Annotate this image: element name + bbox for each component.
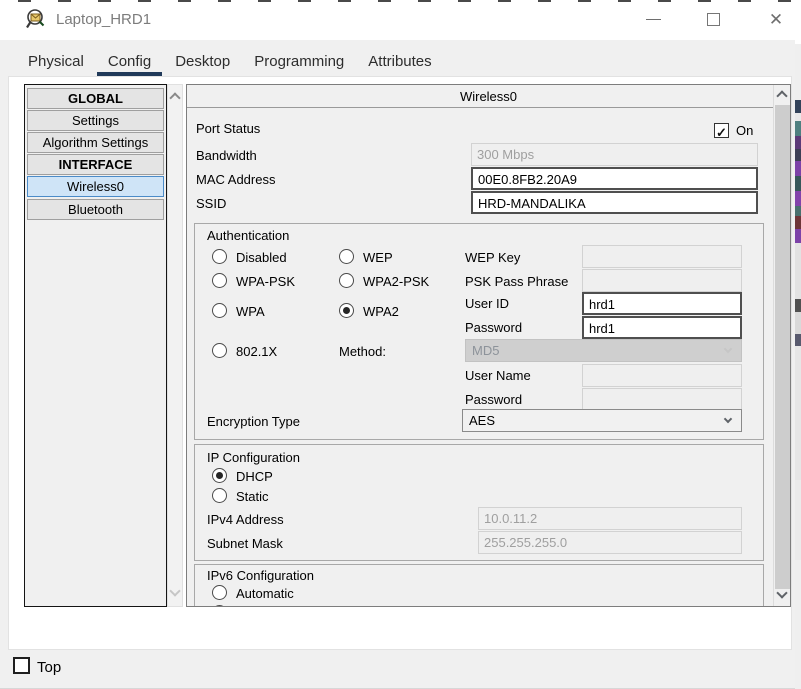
tab-programming[interactable]: Programming xyxy=(243,48,355,76)
maximize-icon xyxy=(707,13,720,26)
chevron-down-icon xyxy=(724,415,732,423)
minimize-button[interactable] xyxy=(638,0,684,40)
ipv4-address-label: IPv4 Address xyxy=(207,512,284,527)
mac-address-label: MAC Address xyxy=(196,172,275,187)
tab-attributes[interactable]: Attributes xyxy=(357,48,442,76)
footer-bar: Top xyxy=(0,651,795,689)
check-icon: ✓ xyxy=(716,125,727,140)
scrollbar-thumb[interactable] xyxy=(775,105,790,589)
method-label: Method: xyxy=(339,344,386,359)
radio-disabled[interactable] xyxy=(212,249,227,264)
radio-dhcp-label: DHCP xyxy=(236,469,273,484)
authentication-group: Authentication Disabled WEP WEP Key WPA-… xyxy=(194,223,764,440)
wep-key-label: WEP Key xyxy=(465,250,520,265)
radio-wep-label: WEP xyxy=(363,250,393,265)
bandwidth-field: 300 Mbps xyxy=(471,143,758,166)
radio-ipv6-automatic[interactable] xyxy=(212,585,227,600)
radio-wep[interactable] xyxy=(339,249,354,264)
sidebar-header-global[interactable]: GLOBAL xyxy=(27,88,164,109)
port-status-label: Port Status xyxy=(196,121,260,136)
ipv6-configuration-title: IPv6 Configuration xyxy=(207,568,314,583)
ip-configuration-group: IP Configuration DHCP Static IPv4 Addres… xyxy=(194,444,764,561)
radio-wpa[interactable] xyxy=(212,303,227,318)
sidebar-item-settings[interactable]: Settings xyxy=(27,110,164,131)
bandwidth-label: Bandwidth xyxy=(196,148,257,163)
background-app-sliver-top xyxy=(0,0,795,2)
port-status-on-label: On xyxy=(736,123,753,138)
user-id-label: User ID xyxy=(465,296,509,311)
maximize-button[interactable] xyxy=(698,0,744,40)
method-dropdown: MD5 xyxy=(465,339,742,362)
password-label: Password xyxy=(465,320,522,335)
psk-pass-phrase-label: PSK Pass Phrase xyxy=(465,274,568,289)
sidebar-item-bluetooth[interactable]: Bluetooth xyxy=(27,199,164,220)
radio-static[interactable] xyxy=(212,488,227,503)
close-button[interactable]: ✕ xyxy=(757,0,795,40)
subnet-mask-label: Subnet Mask xyxy=(207,536,283,551)
psk-pass-phrase-field xyxy=(582,269,742,292)
radio-disabled-label: Disabled xyxy=(236,250,287,265)
sidebar-item-algorithm-settings[interactable]: Algorithm Settings xyxy=(27,132,164,153)
radio-ipv6-static-partial[interactable] xyxy=(212,605,227,607)
sidebar-header-interface[interactable]: INTERFACE xyxy=(27,154,164,175)
radio-wpa2[interactable] xyxy=(339,303,354,318)
chevron-down-icon xyxy=(724,345,732,353)
inspect-magnifier-icon xyxy=(26,9,46,29)
mac-address-field[interactable]: 00E0.8FB2.20A9 xyxy=(471,167,758,190)
ipv6-configuration-group: IPv6 Configuration Automatic xyxy=(194,564,764,607)
wep-key-field xyxy=(582,245,742,268)
device-config-window: Laptop_HRD1 ✕ Physical Config Desktop Pr… xyxy=(0,0,801,689)
radio-wpa2-label: WPA2 xyxy=(363,304,399,319)
radio-wpa-label: WPA xyxy=(236,304,265,319)
minimize-icon xyxy=(646,19,661,20)
method-value: MD5 xyxy=(472,343,499,358)
radio-wpa2-psk[interactable] xyxy=(339,273,354,288)
background-app-sliver-right xyxy=(795,0,801,689)
top-checkbox-label: Top xyxy=(37,659,61,676)
radio-ipv6-automatic-label: Automatic xyxy=(236,586,294,601)
radio-wpa-psk-label: WPA-PSK xyxy=(236,274,295,289)
user-name-label: User Name xyxy=(465,368,531,383)
panel-scrollbar[interactable] xyxy=(773,85,790,606)
ip-configuration-title: IP Configuration xyxy=(207,450,300,465)
radio-wpa2-psk-label: WPA2-PSK xyxy=(363,274,429,289)
sidebar-scrollbar[interactable] xyxy=(167,84,183,607)
encryption-type-value: AES xyxy=(469,413,495,428)
scroll-down-icon[interactable] xyxy=(776,587,787,598)
scroll-down-icon[interactable] xyxy=(169,585,180,596)
ssid-field[interactable]: HRD-MANDALIKA xyxy=(471,191,758,214)
encryption-type-dropdown[interactable]: AES xyxy=(462,409,742,432)
subnet-mask-field: 255.255.255.0 xyxy=(478,531,742,554)
tab-bar: Physical Config Desktop Programming Attr… xyxy=(17,48,445,76)
password2-label: Password xyxy=(465,392,522,407)
port-status-checkbox[interactable]: ✓ xyxy=(714,123,729,138)
scroll-up-icon[interactable] xyxy=(776,90,787,101)
authentication-title: Authentication xyxy=(207,228,289,243)
radio-dhcp[interactable] xyxy=(212,468,227,483)
sidebar-item-wireless0[interactable]: Wireless0 xyxy=(27,176,164,197)
scroll-up-icon[interactable] xyxy=(169,92,180,103)
radio-static-label: Static xyxy=(236,489,269,504)
panel-title: Wireless0 xyxy=(187,85,790,108)
encryption-type-label: Encryption Type xyxy=(207,414,300,429)
window-title: Laptop_HRD1 xyxy=(56,11,151,28)
title-bar: Laptop_HRD1 ✕ xyxy=(0,0,795,40)
password-field[interactable]: hrd1 xyxy=(582,316,742,339)
user-id-field[interactable]: hrd1 xyxy=(582,292,742,315)
ipv4-address-field: 10.0.11.2 xyxy=(478,507,742,530)
radio-8021x[interactable] xyxy=(212,343,227,358)
radio-8021x-label: 802.1X xyxy=(236,344,277,359)
top-checkbox[interactable] xyxy=(13,657,30,674)
close-icon: ✕ xyxy=(769,10,783,29)
tab-desktop[interactable]: Desktop xyxy=(164,48,241,76)
password2-field xyxy=(582,388,742,411)
user-name-field xyxy=(582,364,742,387)
wireless0-panel: Wireless0 Port Status ✓ On Bandwidth 300… xyxy=(186,84,791,607)
config-sidebar: GLOBAL Settings Algorithm Settings INTER… xyxy=(24,84,167,607)
ssid-label: SSID xyxy=(196,196,226,211)
radio-wpa-psk[interactable] xyxy=(212,273,227,288)
tab-physical[interactable]: Physical xyxy=(17,48,95,76)
tab-config[interactable]: Config xyxy=(97,48,162,76)
